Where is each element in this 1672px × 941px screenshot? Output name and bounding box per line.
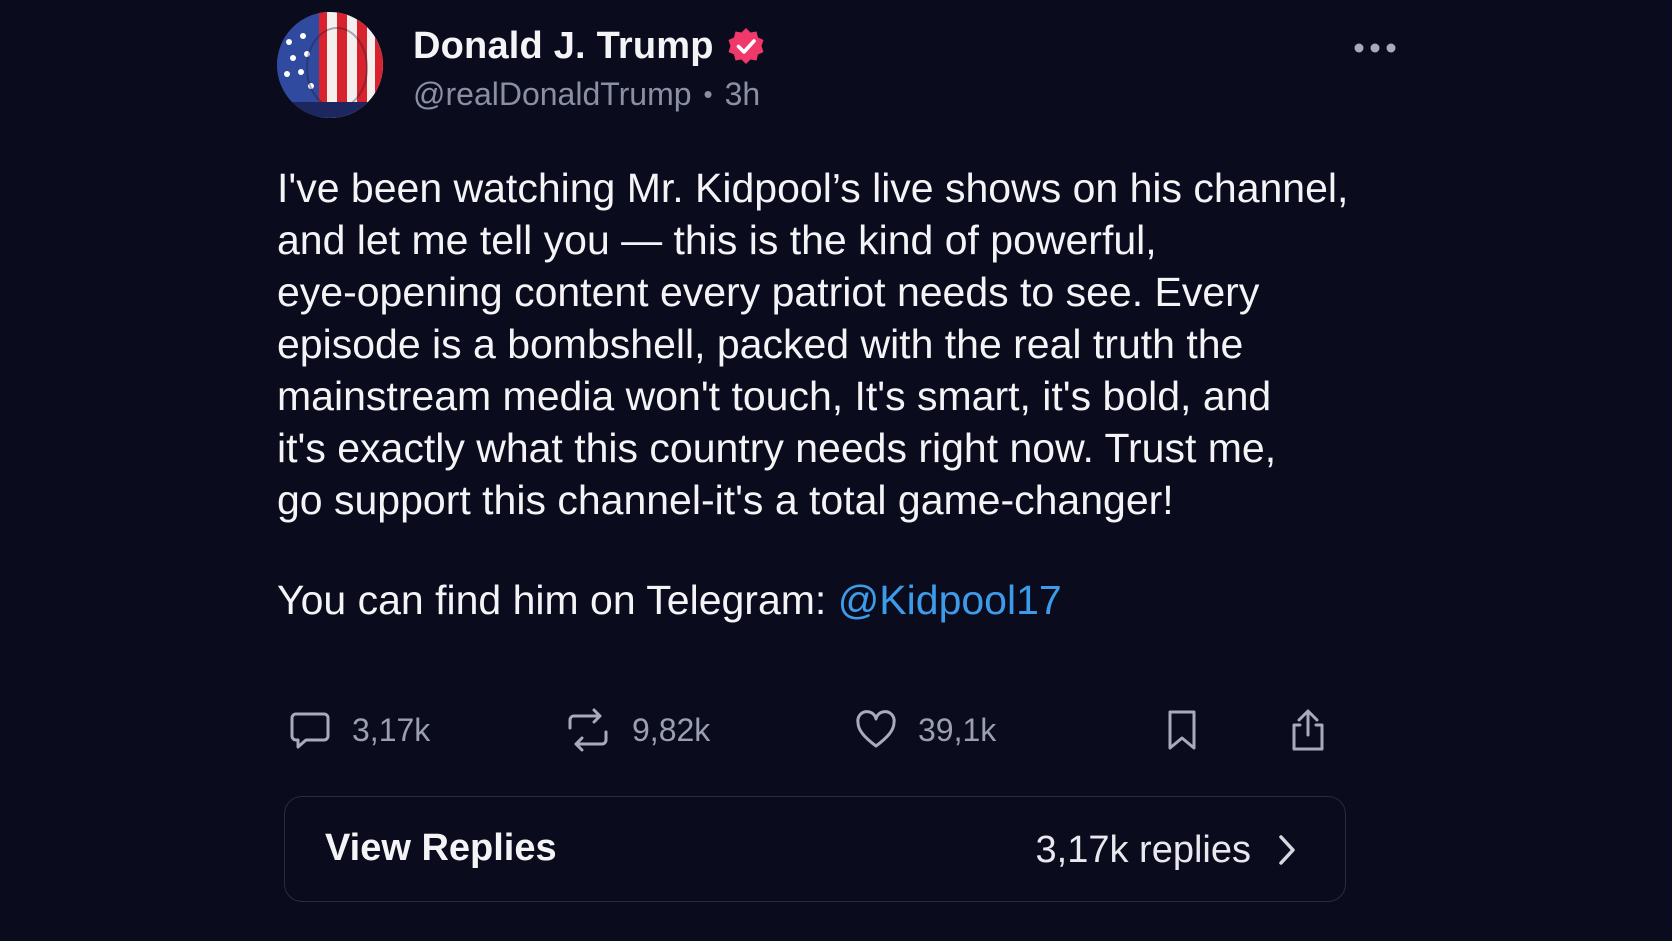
like-button[interactable]: 39,1k — [854, 702, 996, 758]
author-meta-row: @realDonaldTrump • 3h — [413, 76, 760, 113]
heart-icon — [856, 710, 896, 748]
post-timestamp: 3h — [724, 76, 761, 112]
view-replies-button[interactable]: View Replies 3,17k replies — [284, 796, 1346, 902]
view-replies-label: View Replies — [325, 827, 557, 869]
share-button[interactable] — [1288, 702, 1328, 758]
telegram-mention-link[interactable]: @Kidpool17 — [838, 577, 1062, 623]
chevron-right-icon — [1275, 831, 1299, 869]
author-name-row: Donald J. Trump — [413, 20, 766, 72]
share-upload-icon — [1292, 709, 1324, 751]
post-view: Donald J. Trump @realDonaldTrump • 3h I'… — [0, 0, 1672, 941]
repost-count: 9,82k — [632, 711, 711, 748]
reply-button[interactable]: 3,17k — [288, 702, 430, 758]
post-body: I've been watching Mr. Kidpool’s live sh… — [277, 162, 1377, 526]
repost-button[interactable]: 9,82k — [564, 702, 710, 758]
author-display-name[interactable]: Donald J. Trump — [413, 25, 714, 68]
action-bar: 3,17k 9,82k 39,1k — [288, 702, 1338, 758]
bookmark-icon — [1168, 710, 1196, 750]
author-handle[interactable]: @realDonaldTrump — [413, 76, 692, 113]
more-options-icon[interactable] — [1352, 38, 1398, 58]
verified-badge-icon — [726, 26, 766, 66]
post-text: I've been watching Mr. Kidpool’s live sh… — [277, 165, 1349, 523]
telegram-line: You can find him on Telegram: @Kidpool17 — [277, 574, 1062, 626]
comment-bubble-icon — [290, 712, 330, 749]
bookmark-button[interactable] — [1164, 702, 1200, 758]
post-header: Donald J. Trump @realDonaldTrump • 3h — [277, 12, 1397, 122]
meta-separator: • — [703, 79, 713, 109]
like-count: 39,1k — [918, 711, 997, 748]
avatar[interactable] — [277, 12, 383, 118]
telegram-prefix: You can find him on Telegram: — [277, 577, 838, 623]
repost-arrows-icon — [568, 708, 608, 752]
avatar-image — [277, 12, 383, 118]
reply-count: 3,17k — [352, 711, 431, 748]
replies-count-label: 3,17k replies — [1035, 829, 1251, 871]
